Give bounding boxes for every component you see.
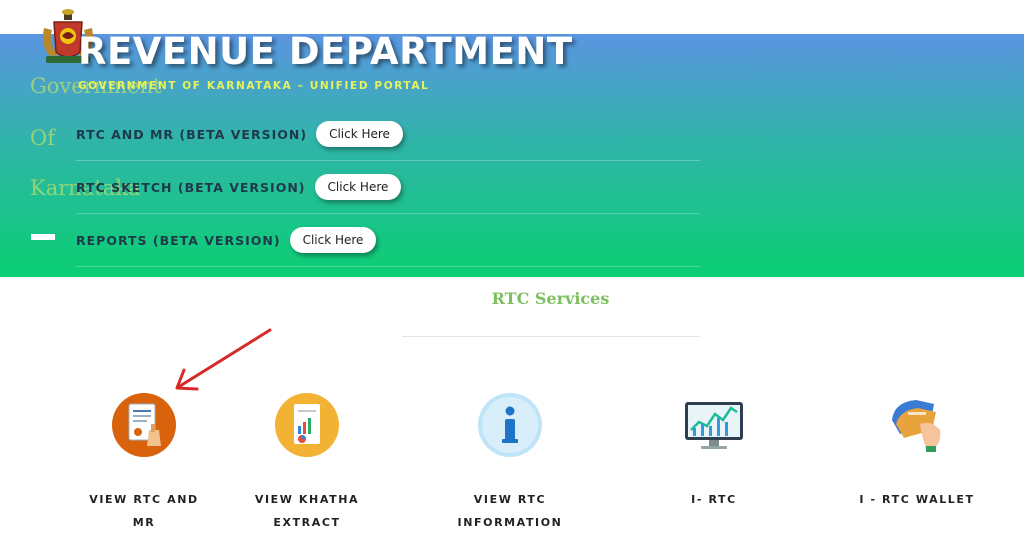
info-icon bbox=[478, 393, 542, 457]
chart-report-icon bbox=[275, 393, 339, 457]
menu-label: REPORTS (BETA VERSION) bbox=[76, 232, 281, 248]
service-label-line: I - RTC WALLET bbox=[859, 493, 975, 506]
service-i-rtc-wallet[interactable]: I - RTC WALLET bbox=[847, 390, 987, 511]
service-label-line: VIEW RTC AND bbox=[89, 493, 199, 506]
service-label-line: I- RTC bbox=[691, 493, 737, 506]
document-stamp-icon bbox=[112, 393, 176, 457]
service-label-line: MR bbox=[132, 516, 156, 529]
red-arrow-icon bbox=[175, 328, 272, 391]
service-label: I- RTC bbox=[644, 488, 784, 511]
section-divider bbox=[402, 336, 700, 337]
service-view-rtc-information[interactable]: VIEW RTC INFORMATION bbox=[440, 390, 580, 534]
top-bar bbox=[0, 0, 1024, 34]
service-label-line: INFORMATION bbox=[457, 516, 563, 529]
menu-label: RTC AND MR (BETA VERSION) bbox=[76, 126, 308, 142]
beta-menu: RTC AND MR (BETA VERSION) Click Here RTC… bbox=[76, 108, 700, 267]
service-label-line: EXTRACT bbox=[273, 516, 341, 529]
service-label: VIEW RTC AND MR bbox=[74, 488, 214, 534]
menu-toggle-bar[interactable] bbox=[31, 234, 55, 240]
menu-row-reports: REPORTS (BETA VERSION) Click Here bbox=[76, 214, 700, 267]
click-here-button[interactable]: Click Here bbox=[314, 174, 402, 200]
monitor-chart-icon bbox=[685, 402, 743, 449]
section-title: RTC Services bbox=[491, 289, 610, 308]
menu-row-rtc-sketch: RTC SKETCH (BETA VERSION) Click Here bbox=[76, 161, 700, 214]
service-label: VIEW KHATHA EXTRACT bbox=[237, 488, 377, 534]
page-subtitle: GOVERNMENT OF KARNATAKA – UNIFIED PORTAL bbox=[78, 80, 430, 92]
click-here-button[interactable]: Click Here bbox=[316, 121, 403, 147]
service-label-line: VIEW KHATHA bbox=[254, 493, 360, 506]
service-label-line: VIEW RTC bbox=[473, 493, 547, 506]
rtc-services-grid: VIEW RTC AND MR VIEW KHATHA EXTRACT VIEW… bbox=[0, 390, 1024, 540]
menu-label: RTC SKETCH (BETA VERSION) bbox=[76, 179, 306, 195]
service-label: I - RTC WALLET bbox=[847, 488, 987, 511]
service-i-rtc[interactable]: I- RTC bbox=[644, 390, 784, 511]
service-view-rtc-mr[interactable]: VIEW RTC AND MR bbox=[74, 390, 214, 534]
menu-row-rtc-mr: RTC AND MR (BETA VERSION) Click Here bbox=[76, 108, 700, 161]
ghost-nav-item: Of bbox=[30, 126, 55, 150]
page-title: REVENUE DEPARTMENT bbox=[78, 30, 573, 73]
service-view-khatha-extract[interactable]: VIEW KHATHA EXTRACT bbox=[237, 390, 377, 534]
wallet-icon bbox=[892, 400, 941, 452]
click-here-button[interactable]: Click Here bbox=[289, 227, 377, 253]
service-label: VIEW RTC INFORMATION bbox=[440, 488, 580, 534]
